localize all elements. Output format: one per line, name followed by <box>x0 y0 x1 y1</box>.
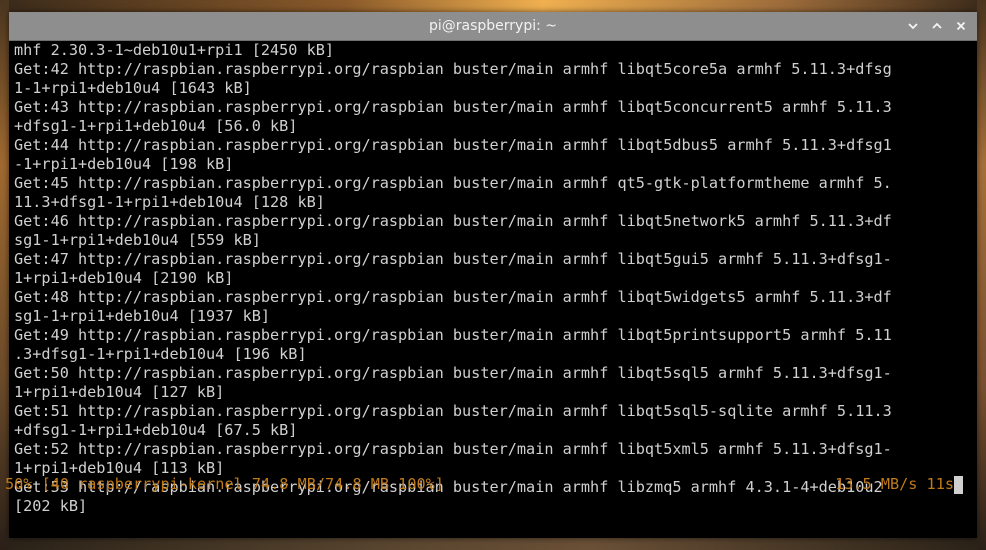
progress-status-right: 13.5 MB/s 11s <box>835 475 954 493</box>
chevron-down-icon <box>908 23 918 30</box>
terminal-line: 11.3+dfsg1-1+rpi1+deb10u4 [128 kB] <box>14 193 325 211</box>
terminal-line: 1+rpi1+deb10u4 [2190 kB] <box>14 269 234 287</box>
terminal-line: Get:50 http://raspbian.raspberrypi.org/r… <box>14 364 892 382</box>
window-title: pi@raspberrypi: ~ <box>428 18 558 34</box>
terminal-line: -1+rpi1+deb10u4 [198 kB] <box>14 155 234 173</box>
window-titlebar[interactable]: pi@raspberrypi: ~ <box>9 12 977 41</box>
minimize-button[interactable] <box>903 16 923 36</box>
terminal-window: pi@raspberrypi: ~ mhf 2.30.3-1~deb10u1+r… <box>9 12 977 538</box>
maximize-button[interactable] <box>927 16 947 36</box>
terminal-line: Get:52 http://raspbian.raspberrypi.org/r… <box>14 440 892 458</box>
terminal-line: Get:42 http://raspbian.raspberrypi.org/r… <box>14 60 892 78</box>
desktop-wallpaper-left <box>0 0 9 550</box>
terminal-line: +dfsg1-1+rpi1+deb10u4 [56.0 kB] <box>14 117 298 135</box>
close-button[interactable] <box>951 16 971 36</box>
terminal-line: sg1-1+rpi1+deb10u4 [1937 kB] <box>14 307 271 325</box>
terminal-output[interactable]: mhf 2.30.3-1~deb10u1+rpi1 [2450 kB] Get:4… <box>9 41 977 538</box>
terminal-line: Get:49 http://raspbian.raspberrypi.org/r… <box>14 326 892 344</box>
chevron-up-icon <box>932 22 942 29</box>
terminal-line: 1+rpi1+deb10u4 [127 kB] <box>14 383 225 401</box>
terminal-cursor <box>954 476 963 494</box>
desktop-wallpaper-right <box>977 0 986 550</box>
terminal-line: Get:46 http://raspbian.raspberrypi.org/r… <box>14 212 892 230</box>
terminal-line: .3+dfsg1-1+rpi1+deb10u4 [196 kB] <box>14 345 307 363</box>
apt-progress-status: 50% [40 raspberrypi-kernel 74.8 MB/74.8 … <box>5 475 963 494</box>
terminal-line: Get:44 http://raspbian.raspberrypi.org/r… <box>14 136 892 154</box>
desktop-wallpaper <box>0 0 986 12</box>
terminal-line: Get:48 http://raspbian.raspberrypi.org/r… <box>14 288 892 306</box>
progress-status-left: 50% [40 raspberrypi-kernel 74.8 MB/74.8 … <box>5 475 444 493</box>
terminal-line: 1-1+rpi1+deb10u4 [1643 kB] <box>14 79 252 97</box>
close-icon <box>956 21 966 31</box>
terminal-line: sg1-1+rpi1+deb10u4 [559 kB] <box>14 231 261 249</box>
desktop-wallpaper-bottom <box>0 538 986 550</box>
terminal-line: [202 kB] <box>14 497 88 515</box>
terminal-line: Get:43 http://raspbian.raspberrypi.org/r… <box>14 98 892 116</box>
terminal-line: +dfsg1-1+rpi1+deb10u4 [67.5 kB] <box>14 421 298 439</box>
terminal-line: Get:45 http://raspbian.raspberrypi.org/r… <box>14 174 892 192</box>
terminal-line: Get:47 http://raspbian.raspberrypi.org/r… <box>14 250 892 268</box>
terminal-line: mhf 2.30.3-1~deb10u1+rpi1 [2450 kB] <box>14 41 335 59</box>
terminal-line: Get:51 http://raspbian.raspberrypi.org/r… <box>14 402 892 420</box>
terminal-lines: mhf 2.30.3-1~deb10u1+rpi1 [2450 kB] Get:4… <box>14 41 972 516</box>
